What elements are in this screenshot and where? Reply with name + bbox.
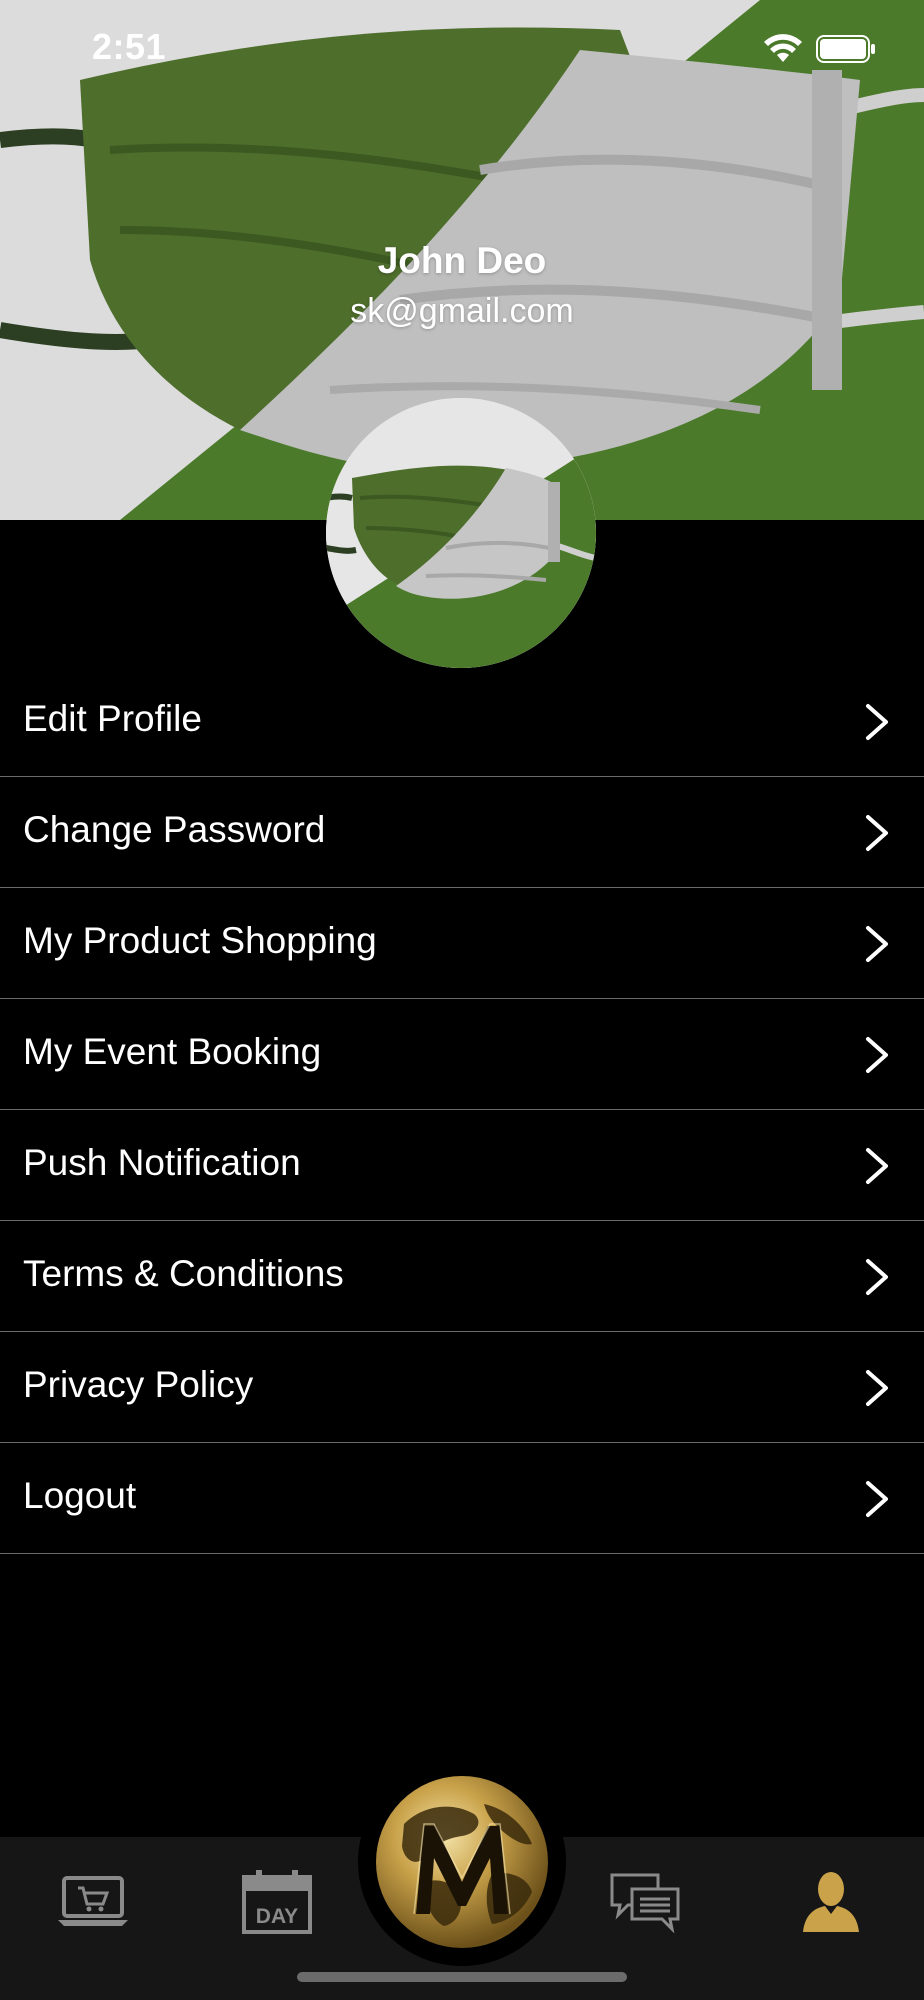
home-indicator <box>297 1972 627 1982</box>
menu-item-label: My Product Shopping <box>23 920 377 961</box>
menu-item-privacy-policy[interactable]: Privacy Policy <box>0 1332 924 1443</box>
menu-item-terms-conditions[interactable]: Terms & Conditions <box>0 1221 924 1332</box>
chevron-right-icon <box>866 1259 888 1295</box>
chevron-right-icon <box>866 926 888 962</box>
calendar-day-icon: DAY <box>242 1870 312 1934</box>
globe-m-logo <box>368 1768 556 1956</box>
menu-item-label: Push Notification <box>23 1142 301 1183</box>
profile-name: John Deo <box>377 240 547 281</box>
profile-email: sk@gmail.com <box>350 292 574 330</box>
chevron-right-icon <box>866 1370 888 1406</box>
calendar-day-label: DAY <box>256 1905 298 1928</box>
face-mask-image <box>326 398 596 668</box>
tab-home-logo[interactable] <box>364 1764 560 1960</box>
chevron-right-icon <box>866 1037 888 1073</box>
battery-icon <box>816 35 875 63</box>
tab-profile[interactable] <box>776 1847 886 1957</box>
chevron-right-icon <box>866 815 888 851</box>
tab-chat[interactable] <box>590 1847 700 1957</box>
menu-item-change-password[interactable]: Change Password <box>0 777 924 888</box>
menu-item-label: Change Password <box>23 809 326 850</box>
status-time: 2:51 <box>92 26 167 67</box>
menu-item-label: Logout <box>23 1475 137 1516</box>
wifi-icon <box>764 34 802 62</box>
settings-menu: Edit Profile Change Password My Product … <box>0 666 924 1554</box>
menu-item-label: Edit Profile <box>23 698 202 739</box>
menu-item-push-notification[interactable]: Push Notification <box>0 1110 924 1221</box>
menu-item-logout[interactable]: Logout <box>0 1443 924 1554</box>
chevron-right-icon <box>866 704 888 740</box>
menu-item-label: Terms & Conditions <box>23 1253 344 1294</box>
status-bar: 2:51 <box>0 0 924 100</box>
chevron-right-icon <box>866 1148 888 1184</box>
chevron-right-icon <box>866 1481 888 1517</box>
menu-item-label: My Event Booking <box>23 1031 322 1072</box>
chat-icon <box>610 1873 680 1933</box>
menu-item-my-event-booking[interactable]: My Event Booking <box>0 999 924 1110</box>
tab-shop[interactable] <box>38 1847 148 1957</box>
menu-item-label: Privacy Policy <box>23 1364 254 1405</box>
tab-events[interactable]: DAY <box>222 1847 332 1957</box>
menu-item-my-product-shopping[interactable]: My Product Shopping <box>0 888 924 999</box>
laptop-cart-icon <box>58 1876 128 1926</box>
avatar[interactable] <box>326 398 596 668</box>
user-icon <box>803 1872 859 1932</box>
menu-item-edit-profile[interactable]: Edit Profile <box>0 666 924 777</box>
